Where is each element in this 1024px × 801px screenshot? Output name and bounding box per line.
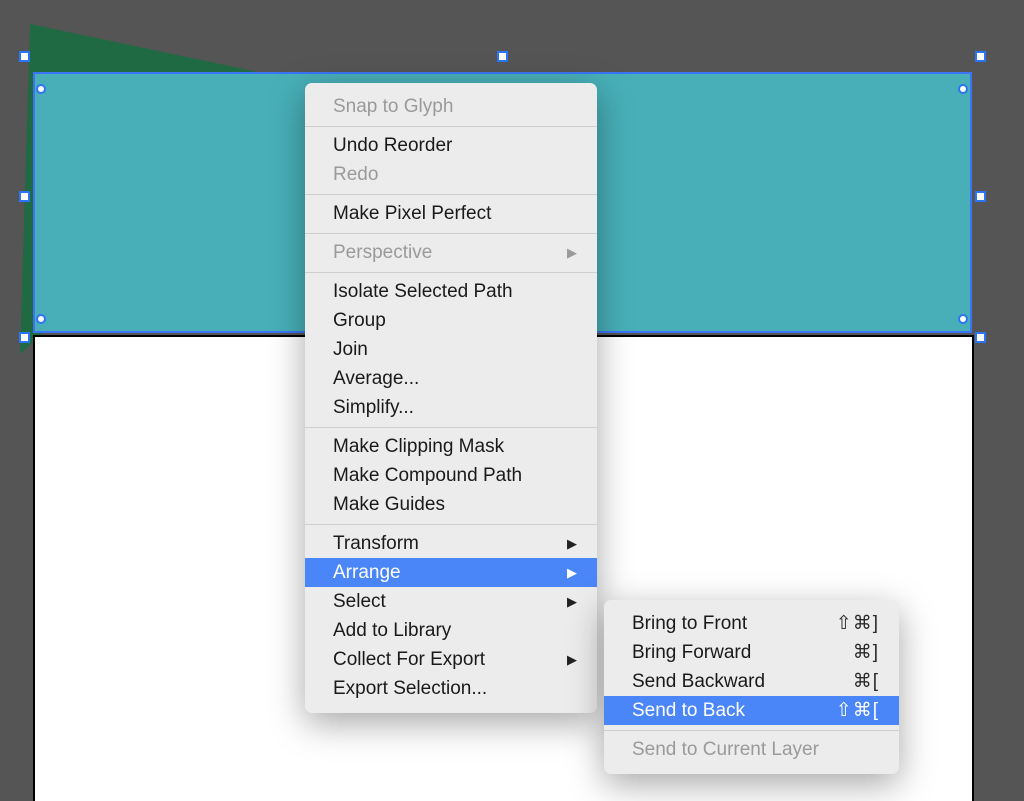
menu-item-send-to-current-layer: Send to Current Layer: [604, 735, 899, 764]
menu-item-redo: Redo: [305, 160, 597, 189]
menu-item-undo-reorder[interactable]: Undo Reorder: [305, 131, 597, 160]
menu-item-isolate-selected-path[interactable]: Isolate Selected Path: [305, 277, 597, 306]
menu-shortcut: ⌘]: [823, 641, 879, 664]
menu-item-label: Average...: [333, 368, 419, 390]
resize-handle-bl[interactable]: [19, 332, 30, 343]
menu-item-select[interactable]: Select ▶: [305, 587, 597, 616]
menu-item-label: Isolate Selected Path: [333, 281, 513, 303]
menu-shortcut: ⌘[: [823, 670, 879, 693]
menu-item-snap-to-glyph: Snap to Glyph: [305, 92, 597, 121]
submenu-arrow-icon: ▶: [537, 652, 577, 668]
menu-item-label: Redo: [333, 164, 378, 186]
menu-item-label: Make Clipping Mask: [333, 436, 504, 458]
menu-shortcut: ⇧⌘[: [806, 699, 879, 722]
context-menu[interactable]: Snap to Glyph Undo Reorder Redo Make Pixel …: [305, 83, 597, 713]
menu-item-label: Undo Reorder: [333, 135, 452, 157]
menu-item-label: Arrange: [333, 562, 401, 584]
resize-handle-tl[interactable]: [19, 51, 30, 62]
menu-item-make-pixel-perfect[interactable]: Make Pixel Perfect: [305, 199, 597, 228]
submenu-arrow-icon: ▶: [537, 245, 577, 261]
menu-item-export-selection[interactable]: Export Selection...: [305, 674, 597, 703]
menu-item-label: Snap to Glyph: [333, 96, 453, 118]
menu-item-label: Bring Forward: [632, 642, 751, 664]
menu-item-label: Perspective: [333, 242, 432, 264]
menu-item-label: Send to Back: [632, 700, 745, 722]
menu-item-label: Collect For Export: [333, 649, 485, 671]
resize-handle-br[interactable]: [975, 332, 986, 343]
resize-handle-tr[interactable]: [975, 51, 986, 62]
menu-item-label: Simplify...: [333, 397, 414, 419]
menu-item-label: Make Compound Path: [333, 465, 522, 487]
menu-item-label: Join: [333, 339, 368, 361]
menu-item-send-backward[interactable]: Send Backward ⌘[: [604, 667, 899, 696]
menu-item-collect-for-export[interactable]: Collect For Export ▶: [305, 645, 597, 674]
menu-item-add-to-library[interactable]: Add to Library: [305, 616, 597, 645]
resize-handle-mr[interactable]: [975, 191, 986, 202]
submenu-arrow-icon: ▶: [537, 565, 577, 581]
menu-item-label: Group: [333, 310, 386, 332]
menu-item-label: Send Backward: [632, 671, 765, 693]
resize-handle-tm[interactable]: [497, 51, 508, 62]
menu-item-perspective: Perspective ▶: [305, 238, 597, 267]
menu-item-label: Export Selection...: [333, 678, 487, 700]
menu-item-label: Select: [333, 591, 386, 613]
menu-item-label: Transform: [333, 533, 419, 555]
menu-item-make-clipping-mask[interactable]: Make Clipping Mask: [305, 432, 597, 461]
menu-item-label: Send to Current Layer: [632, 739, 819, 761]
menu-item-arrange[interactable]: Arrange ▶: [305, 558, 597, 587]
resize-handle-ml[interactable]: [19, 191, 30, 202]
submenu-arrow-icon: ▶: [537, 594, 577, 610]
submenu-arrow-icon: ▶: [537, 536, 577, 552]
menu-item-group[interactable]: Group: [305, 306, 597, 335]
menu-item-bring-forward[interactable]: Bring Forward ⌘]: [604, 638, 899, 667]
menu-item-join[interactable]: Join: [305, 335, 597, 364]
menu-item-bring-to-front[interactable]: Bring to Front ⇧⌘]: [604, 609, 899, 638]
menu-item-average[interactable]: Average...: [305, 364, 597, 393]
menu-item-label: Make Pixel Perfect: [333, 203, 491, 225]
menu-item-label: Add to Library: [333, 620, 451, 642]
menu-item-label: Bring to Front: [632, 613, 747, 635]
menu-item-send-to-back[interactable]: Send to Back ⇧⌘[: [604, 696, 899, 725]
menu-item-make-compound-path[interactable]: Make Compound Path: [305, 461, 597, 490]
menu-item-simplify[interactable]: Simplify...: [305, 393, 597, 422]
menu-item-make-guides[interactable]: Make Guides: [305, 490, 597, 519]
stage: Snap to Glyph Undo Reorder Redo Make Pixel …: [0, 0, 1024, 801]
menu-item-label: Make Guides: [333, 494, 445, 516]
menu-item-transform[interactable]: Transform ▶: [305, 529, 597, 558]
menu-shortcut: ⇧⌘]: [806, 612, 879, 635]
arrange-submenu[interactable]: Bring to Front ⇧⌘] Bring Forward ⌘] Send Bac…: [604, 600, 899, 774]
